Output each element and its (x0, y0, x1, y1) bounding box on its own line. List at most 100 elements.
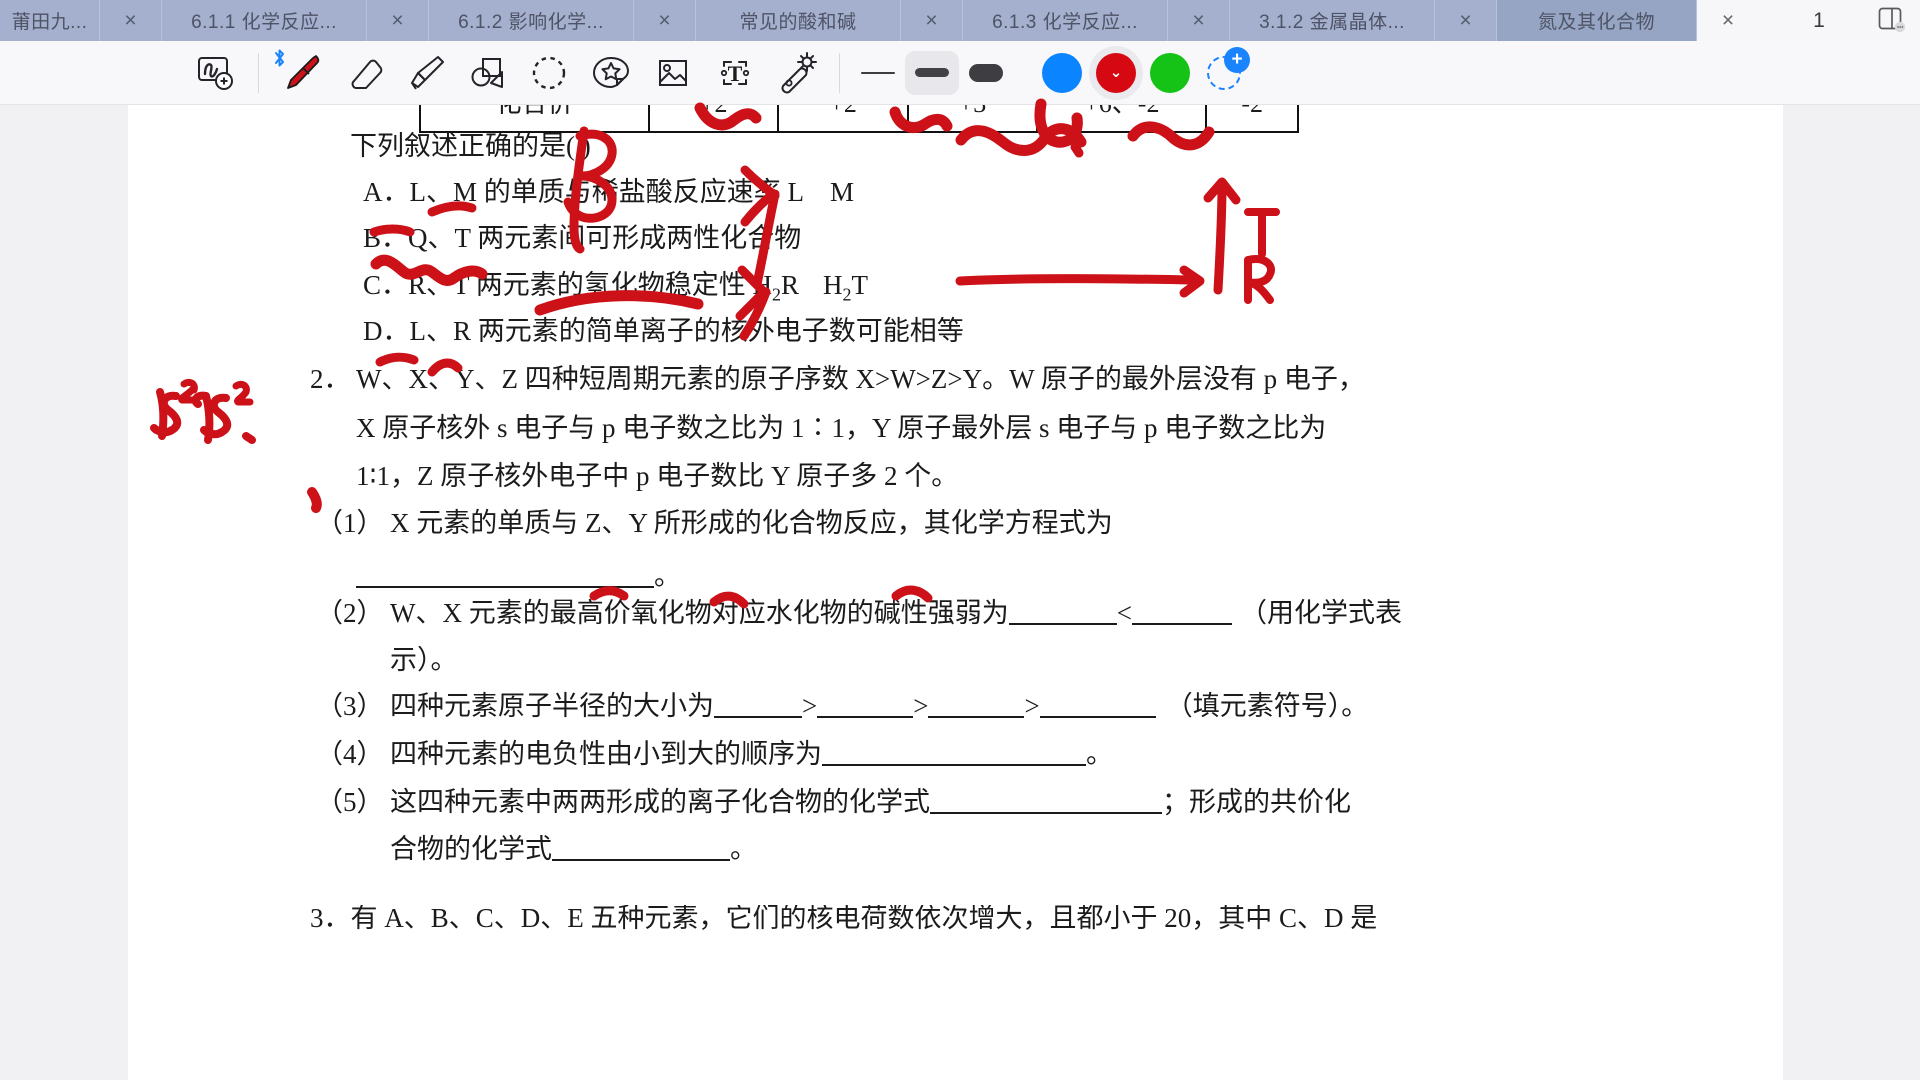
q2-number: 2． (310, 364, 351, 394)
answer-blank[interactable] (930, 792, 1162, 814)
answer-blank[interactable] (714, 696, 802, 718)
text-box-icon[interactable]: T (704, 44, 766, 102)
q2-item-3-text-a: 四种元素原子半径的大小为 (390, 691, 714, 721)
tab-label: 莆田九... (11, 12, 88, 33)
browser-tab-bar: 莆田九... × 6.1.1 化学反应... × 6.1.2 影响化学... ×… (0, 0, 1920, 41)
lasso-select-icon[interactable] (185, 44, 247, 102)
stroke-medium-button[interactable] (905, 50, 959, 95)
answer-blank[interactable] (817, 696, 914, 718)
pen-icon[interactable] (270, 44, 332, 102)
tab-close-0[interactable]: × (100, 0, 162, 41)
svg-text:T: T (728, 61, 743, 86)
tab-label: 6.1.1 化学反应... (191, 12, 337, 33)
q2-item-5-cont-text-b: 。 (730, 834, 757, 864)
q2-item-1-period: 。 (654, 561, 681, 591)
document-canvas[interactable]: 化合价 +2 +2 +3 +6、-2 -2 下列叙述正确的是( ) A．L、M … (0, 105, 1920, 1080)
q2-item-1-text: X 元素的单质与 Z、Y 所形成的化合物反应，其化学方程式为 (390, 508, 1113, 538)
chevron-down-icon: ⌄ (1109, 64, 1123, 81)
q2-item-2-cont: 示）。 (390, 645, 458, 675)
subscript-2: 2 (772, 284, 782, 305)
tab-close-5[interactable]: × (1435, 0, 1497, 41)
add-color-dashed-circle: + (1207, 46, 1250, 90)
q2-item-5-row: 这四种元素中两两形成的离子化合物的化学式 ；形成的共价化 (390, 789, 1351, 816)
sticker-icon[interactable] (580, 44, 642, 102)
shapes-icon[interactable] (456, 44, 518, 102)
magic-wand-icon[interactable] (766, 44, 828, 102)
tab-4[interactable]: 6.1.3 化学反应... (963, 0, 1168, 41)
q2-item-3-text-b: （填元素符号）。 (1165, 691, 1369, 721)
q2-item-2-text-b: （用化学式表 (1239, 598, 1402, 628)
q1-option-a-tail: M (830, 177, 855, 207)
table-cell: -2 (1207, 105, 1297, 131)
eraser-icon[interactable] (332, 44, 394, 102)
tab-3[interactable]: 常见的酸和碱 (696, 0, 901, 41)
bluetooth-icon (272, 48, 287, 73)
q1-option-c-tail2: T (851, 270, 869, 300)
ink-toolbar: T ⌄ + (0, 41, 1920, 105)
q2-item-4-text-b: 。 (1086, 739, 1113, 769)
color-red-button[interactable]: ⌄ (1089, 45, 1143, 100)
q1-stem: 下列叙述正确的是( ) (350, 131, 591, 161)
q2-item-3-gt1: > (802, 691, 818, 721)
q1-option-c-text: C．R、T 两元素的氢化物稳定性 H (363, 270, 773, 300)
color-blue-swatch (1042, 52, 1082, 93)
tab-counter: 1 (1759, 0, 1879, 41)
color-green-swatch (1150, 52, 1190, 93)
stroke-thick-button[interactable] (959, 51, 1013, 95)
table-cell: +3 (909, 105, 1039, 131)
q1-option-b: B．Q、T 两元素间可形成两性化合物 (363, 223, 802, 253)
tab-6-active[interactable]: 氮及其化合物 (1497, 0, 1697, 41)
table-cell: +2 (779, 105, 909, 131)
q2-item-2-text-a: W、X 元素的最高价氧化物对应水化物的碱性强弱为 (390, 598, 1009, 628)
tab-2[interactable]: 6.1.2 影响化学... (429, 0, 634, 41)
q2-item-2-row: W、X 元素的最高价氧化物对应水化物的碱性强弱为 < （用化学式表 (390, 600, 1402, 627)
tab-close-3[interactable]: × (901, 0, 963, 41)
q2-item-2-lt: < (1116, 598, 1132, 628)
add-color-button[interactable]: + (1197, 46, 1251, 100)
tab-label: 3.1.2 金属晶体... (1259, 12, 1405, 33)
table-cell: +2 (650, 105, 780, 131)
tab-label: 常见的酸和碱 (739, 12, 857, 33)
answer-blank[interactable] (822, 744, 1086, 766)
q2-line-2: X 原子核外 s 电子与 p 电子数之比为 1∶1，Y 原子最外层 s 电子与 … (356, 413, 1327, 443)
color-green-button[interactable] (1143, 46, 1197, 100)
q2-item-5-text-b: ；形成的共价化 (1162, 787, 1351, 817)
q1-option-c: C．R、T 两元素的氢化物稳定性 H2R H2T (363, 270, 869, 305)
table-cell: +6、-2 (1038, 105, 1208, 131)
q2-item-4-text-a: 四种元素的电负性由小到大的顺序为 (390, 739, 822, 769)
answer-blank[interactable] (356, 566, 654, 588)
q2-item-2-label: （2） (316, 598, 384, 628)
split-panel-icon[interactable] (1878, 7, 1906, 33)
answer-blank[interactable] (552, 839, 730, 861)
tab-label: 氮及其化合物 (1537, 12, 1655, 33)
tab-label: 6.1.2 影响化学... (458, 12, 604, 33)
table-cell: 化合价 (421, 105, 650, 131)
stroke-thin-button[interactable] (851, 51, 905, 95)
dashed-circle-select-icon[interactable] (518, 44, 580, 102)
subscript-2: 2 (842, 284, 852, 305)
q2-item-3-label: （3） (316, 691, 384, 721)
q2-item-5-label: （5） (316, 787, 384, 817)
highlighter-icon[interactable] (394, 44, 456, 102)
tab-close-4[interactable]: × (1168, 0, 1230, 41)
stroke-thick-swatch (969, 63, 1003, 82)
q2-item-3-row: 四种元素原子半径的大小为 > > > （填元素符号）。 (390, 693, 1368, 720)
answer-blank[interactable] (1039, 696, 1156, 718)
q2-item-5-text-a: 这四种元素中两两形成的离子化合物的化学式 (390, 787, 930, 817)
color-blue-button[interactable] (1035, 46, 1089, 100)
tab-5[interactable]: 3.1.2 金属晶体... (1230, 0, 1435, 41)
tab-close-2[interactable]: × (634, 0, 696, 41)
tab-strip: 莆田九... × 6.1.1 化学反应... × 6.1.2 影响化学... ×… (0, 0, 1759, 41)
tab-1[interactable]: 6.1.1 化学反应... (162, 0, 367, 41)
toolbar-divider-2 (839, 52, 840, 93)
answer-blank[interactable] (1008, 603, 1117, 625)
tab-0[interactable]: 莆田九... (0, 0, 100, 41)
tab-close-6[interactable]: × (1697, 0, 1759, 41)
toolbar-divider-1 (258, 52, 259, 93)
image-icon[interactable] (642, 44, 704, 102)
answer-blank[interactable] (1131, 603, 1232, 625)
q2-item-4-row: 四种元素的电负性由小到大的顺序为 。 (390, 741, 1113, 768)
tab-close-1[interactable]: × (367, 0, 429, 41)
answer-blank[interactable] (928, 696, 1025, 718)
q1-option-d: D．L、R 两元素的简单离子的核外电子数可能相等 (363, 316, 964, 346)
